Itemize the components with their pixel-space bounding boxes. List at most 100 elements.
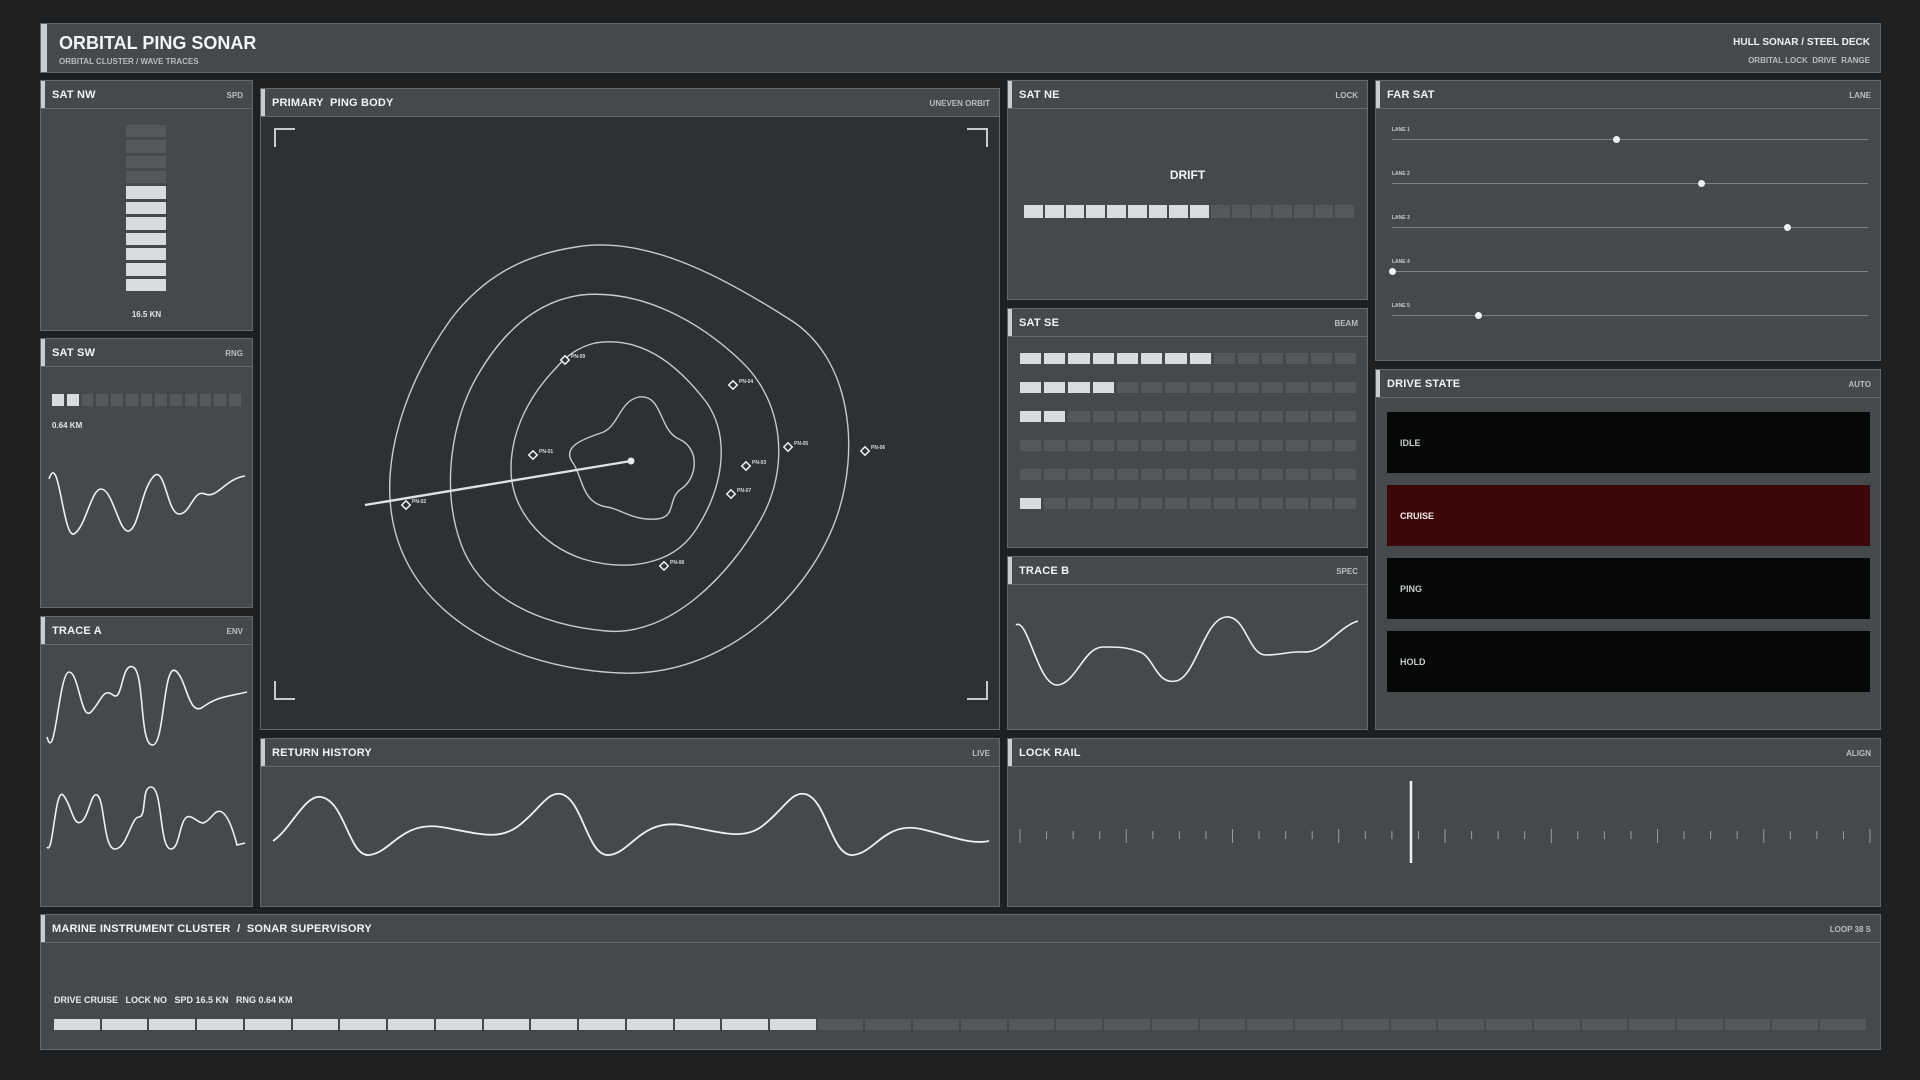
lock-rail-scale (1019, 781, 1871, 863)
lane-label: LANE 3 (1392, 215, 1410, 221)
beam-segment (1189, 382, 1211, 393)
sat-nw-tag: SPD (226, 91, 243, 100)
ping-label-01: PN-01 (539, 449, 553, 455)
beam-segment (1334, 498, 1357, 509)
beam-row (1020, 498, 1357, 509)
header-right-sub: ORBITAL LOCK DRIVE RANGE (1748, 56, 1870, 65)
lane-track[interactable] (1392, 139, 1868, 140)
ping-marker-03 (740, 460, 752, 472)
lane-row: LANE 3 (1392, 215, 1868, 259)
beam-segment (1116, 498, 1139, 509)
lane-track[interactable] (1392, 271, 1868, 272)
app-subtitle: ORBITAL CLUSTER / WAVE TRACES (59, 57, 199, 66)
beam-rows (1020, 353, 1357, 527)
lock-rail-panel: LOCK RAIL ALIGN (1007, 738, 1881, 907)
loop-progress-segment (1151, 1019, 1198, 1030)
speed-level-segment (126, 263, 166, 276)
lane-slider-knob[interactable] (1612, 136, 1620, 143)
lane-row: LANE 5 (1392, 303, 1868, 347)
lane-label: LANE 1 (1392, 127, 1410, 133)
beam-segment (1165, 353, 1187, 364)
beam-segment (1189, 469, 1211, 480)
drive-state-cruise-button[interactable]: CRUISE (1387, 485, 1870, 546)
lane-track[interactable] (1392, 315, 1868, 316)
loop-progress-segment (1247, 1019, 1294, 1030)
lock-segment (1190, 205, 1209, 218)
beam-segment (1068, 382, 1090, 393)
beam-segment (1141, 353, 1163, 364)
ping-markers (400, 354, 871, 572)
loop-progress-segment (1820, 1019, 1866, 1030)
header-right-title: HULL SONAR / STEEL DECK (1733, 37, 1870, 48)
loop-progress-segment (913, 1019, 959, 1030)
lane-slider-knob[interactable] (1698, 180, 1706, 187)
beam-row (1020, 469, 1357, 480)
beam-segment (1116, 411, 1139, 422)
beam-segment (1141, 411, 1163, 422)
beam-segment (1286, 411, 1308, 422)
ping-label-09: PN-09 (571, 354, 585, 360)
speed-level-segment (126, 232, 166, 245)
beam-segment (1141, 382, 1163, 393)
lane-track[interactable] (1392, 183, 1868, 184)
speed-level-segment (126, 217, 166, 230)
loop-progress-segment (1199, 1019, 1246, 1030)
speed-level-segment (126, 171, 166, 184)
beam-segment (1237, 498, 1260, 509)
loop-progress-segment (1438, 1019, 1485, 1030)
loop-progress-segment (1772, 1019, 1819, 1030)
beam-segment (1237, 411, 1260, 422)
drive-state-hold-button[interactable]: HOLD (1387, 631, 1870, 692)
lock-segment (1314, 205, 1334, 218)
beam-segment (1237, 440, 1260, 451)
loop-progress-segment (54, 1019, 100, 1030)
beam-segment (1116, 382, 1139, 393)
beam-segment (1286, 440, 1308, 451)
frame-brackets (274, 128, 988, 700)
lock-segment (1293, 205, 1313, 218)
beam-segment (1068, 498, 1090, 509)
loop-progress-segment (292, 1019, 339, 1030)
beam-segment (1092, 440, 1114, 451)
drive-state-idle-button[interactable]: IDLE (1387, 412, 1870, 473)
beam-segment (1020, 498, 1042, 509)
drive-state-label: PING (1400, 584, 1423, 594)
ping-marker-07 (725, 488, 737, 500)
beam-segment (1262, 440, 1284, 451)
sat-sw-panel: SAT SW RNG 0.64 KM (40, 338, 253, 608)
loop-progress-segment (865, 1019, 912, 1030)
beam-segment (1286, 498, 1308, 509)
lock-segment (1273, 205, 1292, 218)
return-history-panel: RETURN HISTORY LIVE (260, 738, 1000, 907)
ping-label-04: PN-04 (739, 379, 753, 385)
loop-progress-segment (626, 1019, 673, 1030)
loop-progress-segment (149, 1019, 196, 1030)
beam-segment (1334, 353, 1357, 364)
lane-slider-knob[interactable] (1389, 268, 1396, 275)
ping-label-03: PN-03 (752, 460, 766, 466)
beam-segment (1310, 469, 1332, 480)
lock-state: DRIFT (1169, 168, 1206, 182)
trace-b-panel: TRACE B SPEC (1007, 556, 1368, 730)
far-sat-panel: FAR SAT LANE LANE 1 LANE 2 LANE 3 LANE 4 LAN… (1375, 80, 1881, 361)
speed-level-segment (126, 125, 166, 138)
trace-a-panel: TRACE A ENV (40, 616, 253, 907)
lock-segment (1252, 205, 1271, 218)
ping-label-06: PN-06 (871, 445, 885, 451)
lane-label: LANE 2 (1392, 171, 1410, 177)
loop-progress-segment (1486, 1019, 1532, 1030)
lane-slider-knob[interactable] (1474, 312, 1482, 319)
beam-segment (1189, 440, 1211, 451)
beam-segment (1116, 353, 1139, 364)
beam-segment (1141, 469, 1163, 480)
drive-state-ping-button[interactable]: PING (1387, 558, 1870, 619)
beam-segment (1262, 498, 1284, 509)
lane-slider-knob[interactable] (1784, 224, 1792, 231)
beam-segment (1020, 411, 1042, 422)
loop-progress-segment (1724, 1019, 1771, 1030)
beam-segment (1310, 382, 1332, 393)
far-sat-tag: LANE (1849, 91, 1871, 100)
lane-track[interactable] (1392, 227, 1868, 228)
lock-segment (1210, 205, 1230, 218)
beam-segment (1044, 382, 1066, 393)
